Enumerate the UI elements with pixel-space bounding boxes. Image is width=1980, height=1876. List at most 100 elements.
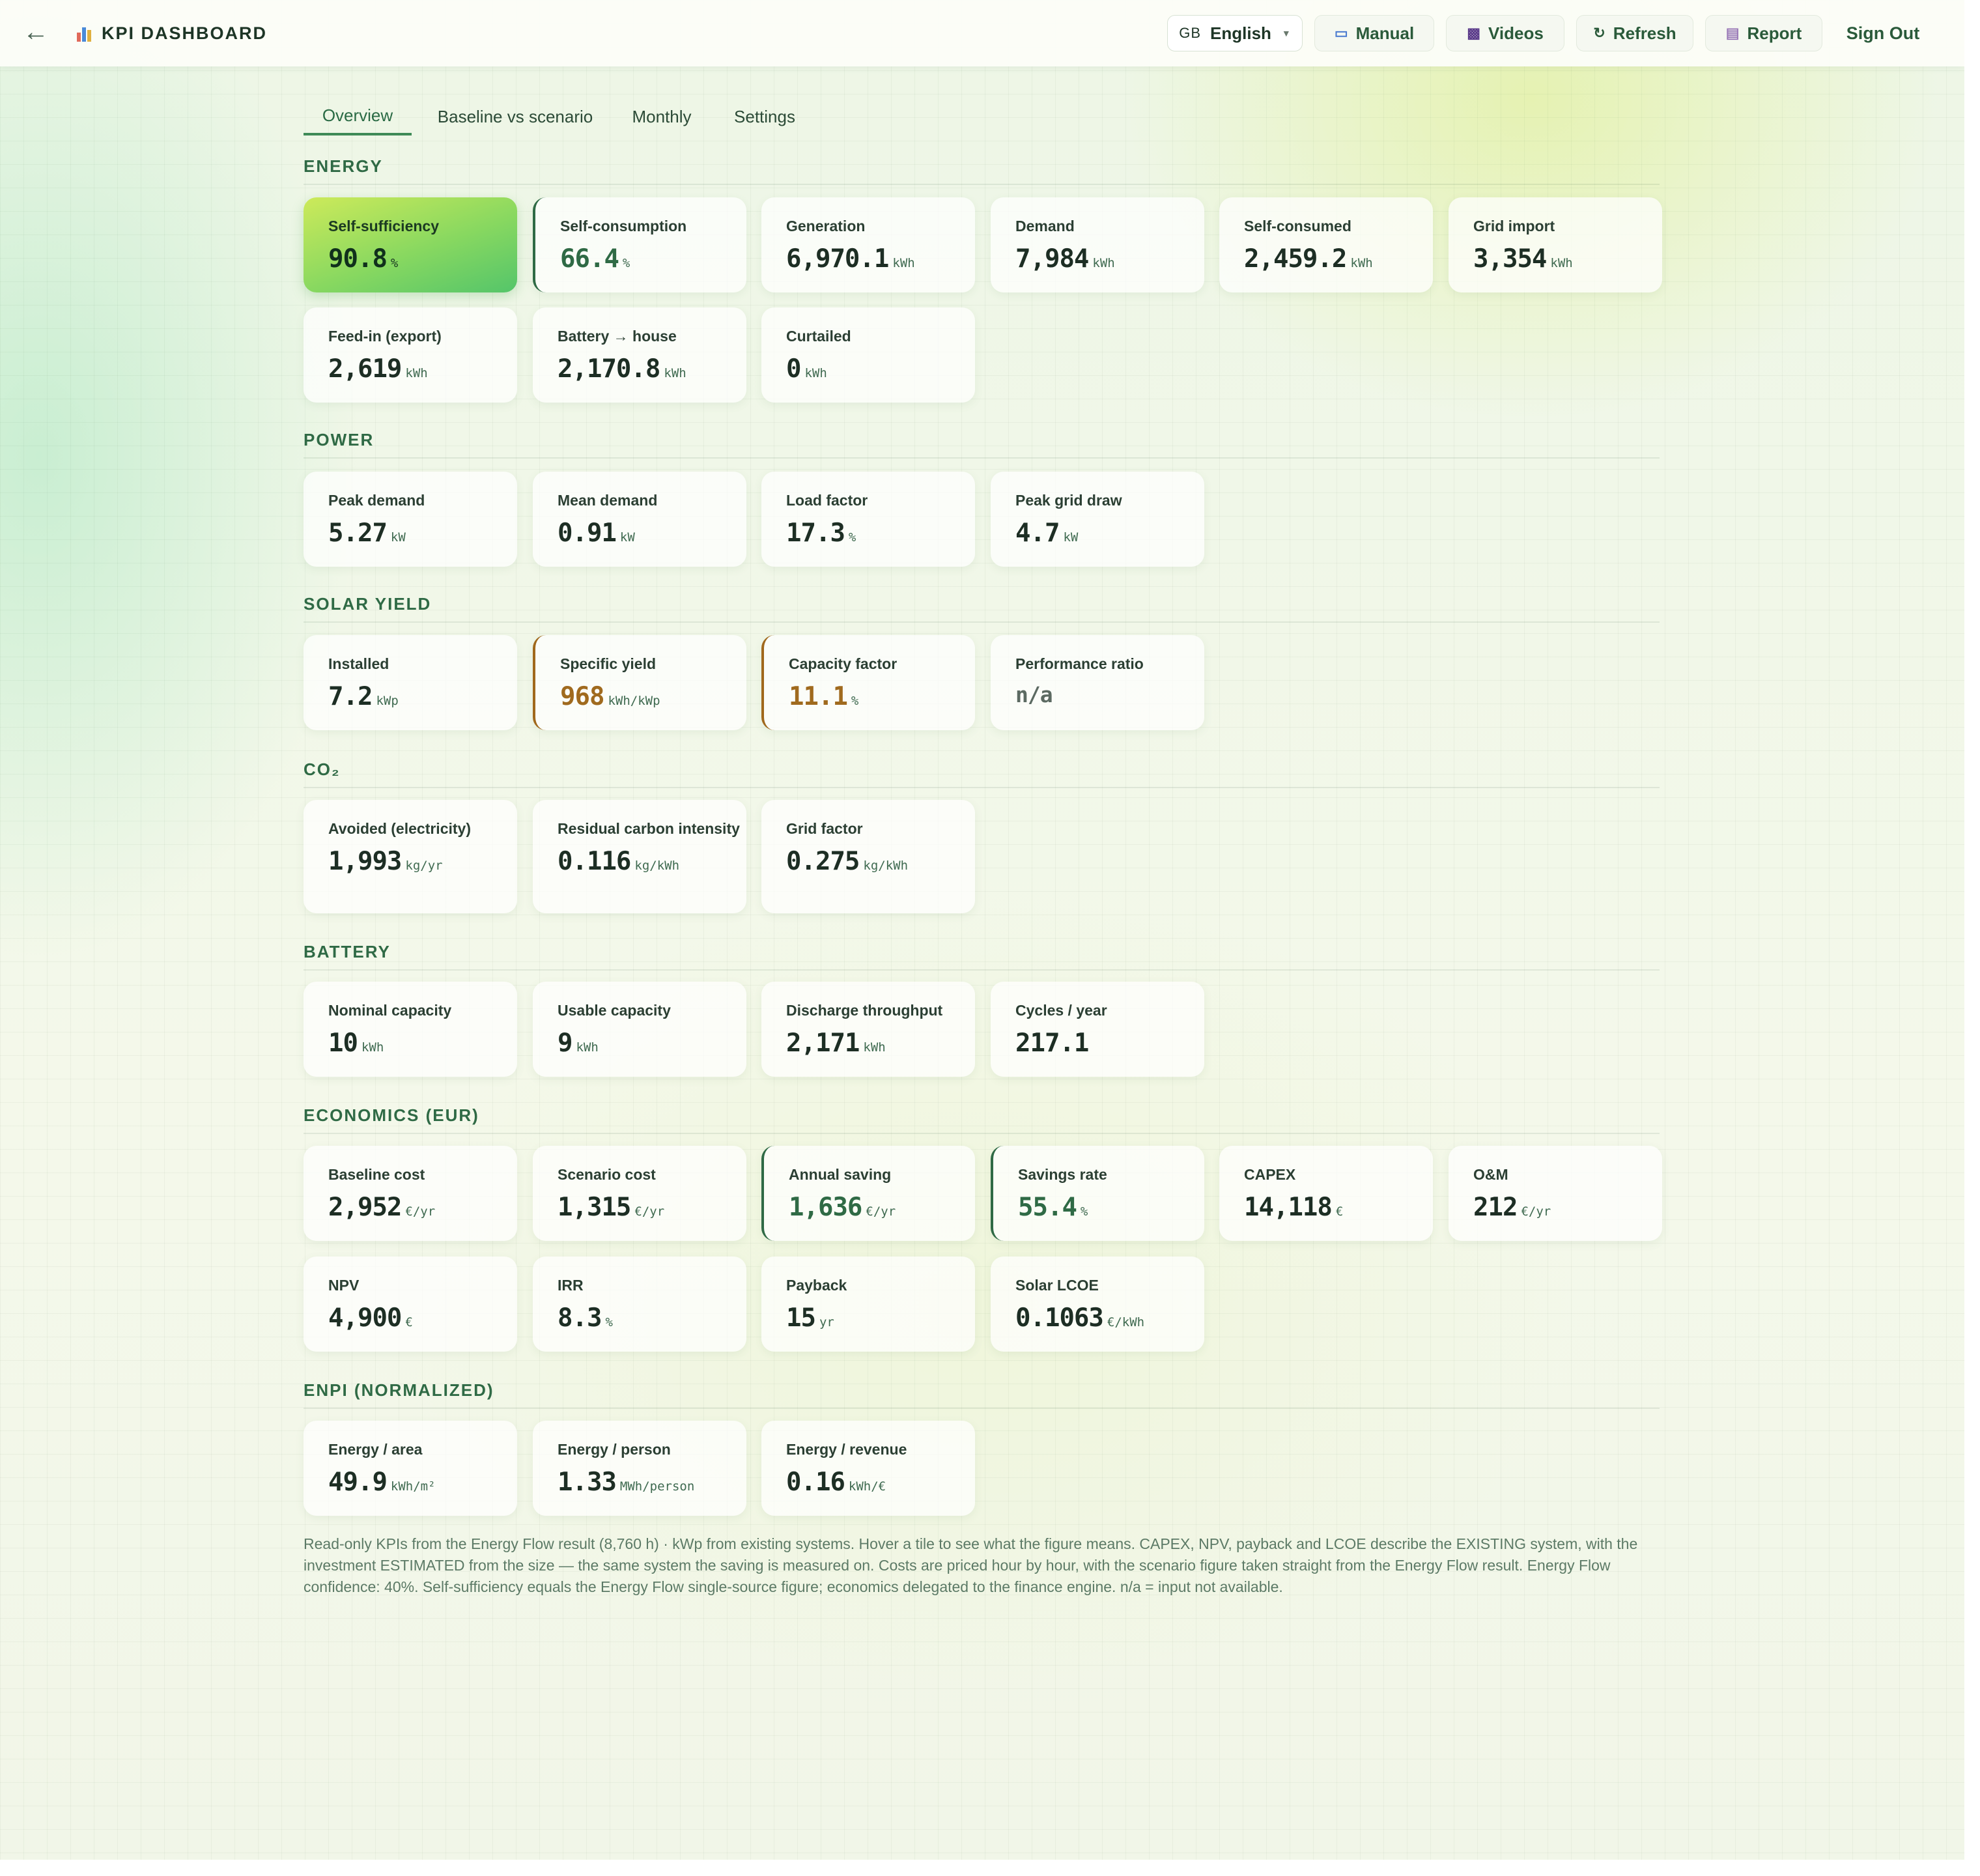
kpi-tile-feed-in-export[interactable]: Feed-in (export) 2,619 kWh <box>304 307 517 403</box>
kpi-unit: kg/kWh <box>863 859 909 873</box>
kpi-value-line: 0.16 kWh/€ <box>786 1468 975 1497</box>
tab-overview[interactable]: Overview <box>304 98 412 135</box>
kpi-tile-load-factor[interactable]: Load factor 17.3% <box>761 472 975 567</box>
kpi-unit: kW <box>390 530 406 545</box>
kpi-tile-specific-yield[interactable]: Specific yield 968 kWh/kWp <box>533 635 746 730</box>
kpi-tile-battery-house[interactable]: Battery → house 2,170.8 kWh <box>533 307 746 403</box>
kpi-tile-energy-area[interactable]: Energy / area 49.9 kWh/m² <box>304 1421 517 1516</box>
language-select[interactable]: GB English ▼ <box>1167 15 1303 51</box>
kpi-label: Demand <box>1015 218 1075 234</box>
kpi-value: 10 <box>328 1029 358 1058</box>
report-button[interactable]: ▤ Report <box>1705 15 1822 51</box>
manual-button[interactable]: ▭ Manual <box>1314 15 1434 51</box>
kpi-tile-capex[interactable]: CAPEX 14,118 € <box>1219 1146 1433 1241</box>
kpi-unit: yr <box>819 1315 834 1329</box>
kpi-tile-solar-lcoe[interactable]: Solar LCOE 0.1063 €/kWh <box>991 1257 1204 1352</box>
kpi-tile-avoided-electricity[interactable]: Avoided (electricity) 1,993 kg/yr <box>304 800 517 913</box>
kpi-unit: kWh <box>863 1040 886 1055</box>
kpi-tile-usable-capacity[interactable]: Usable capacity 9 kWh <box>533 982 746 1077</box>
kpi-label: Performance ratio <box>1015 655 1144 672</box>
tab-baseline-vs-scenario[interactable]: Baseline vs scenario <box>427 98 603 135</box>
kpi-tile-peak-grid-draw[interactable]: Peak grid draw 4.7 kW <box>991 472 1204 567</box>
kpi-tile-cycles-year[interactable]: Cycles / year 217.1 <box>991 982 1204 1077</box>
kpi-tile-self-sufficiency[interactable]: Self-sufficiency 90.8% <box>304 197 517 292</box>
kpi-value-line: 4.7 kW <box>1015 519 1204 548</box>
sign-out-button[interactable]: Sign Out <box>1841 20 1925 47</box>
kpi-label: Peak demand <box>328 492 425 509</box>
kpi-tile-baseline-cost[interactable]: Baseline cost 2,952 €/yr <box>304 1146 517 1241</box>
kpi-value-line: 49.9 kWh/m² <box>328 1468 517 1497</box>
kpi-label: Avoided (electricity) <box>328 820 471 837</box>
kpi-unit: €/yr <box>1521 1204 1551 1219</box>
kpi-value: 15 <box>786 1303 816 1333</box>
kpi-value: 0.116 <box>558 847 631 876</box>
kpi-unit: kWh <box>1550 256 1573 270</box>
section-divider <box>304 184 1660 185</box>
kpi-value: 217.1 <box>1015 1029 1089 1058</box>
kpi-tile-peak-demand[interactable]: Peak demand 5.27 kW <box>304 472 517 567</box>
kpi-unit: kWh <box>576 1040 599 1055</box>
kpi-value-line: 212 €/yr <box>1473 1193 1662 1222</box>
kpi-value: 55.4 <box>1018 1193 1077 1222</box>
kpi-value: 4.7 <box>1015 519 1060 548</box>
kpi-tile-generation[interactable]: Generation 6,970.1 kWh <box>761 197 975 292</box>
kpi-tile-mean-demand[interactable]: Mean demand 0.91 kW <box>533 472 746 567</box>
kpi-tile-performance-ratio[interactable]: Performance ratio n/a <box>991 635 1204 730</box>
kpi-value: 7.2 <box>328 682 373 711</box>
kpi-unit: € <box>405 1315 413 1329</box>
kpi-tile-energy-person[interactable]: Energy / person 1.33 MWh/person <box>533 1421 746 1516</box>
section-title: ENPI (NORMALIZED) <box>304 1380 494 1400</box>
kpi-tile-payback[interactable]: Payback 15 yr <box>761 1257 975 1352</box>
bar-chart-icon <box>77 25 91 42</box>
kpi-label: Specific yield <box>560 655 657 672</box>
section-divider <box>304 787 1660 788</box>
app-background: ← KPI DASHBOARD GB English ▼ ▭ Manual ▩ … <box>0 0 1964 1860</box>
kpi-label: NPV <box>328 1277 360 1294</box>
kpi-value-line: 0 kWh <box>786 354 975 384</box>
kpi-tile-discharge-throughput[interactable]: Discharge throughput 2,171 kWh <box>761 982 975 1077</box>
kpi-tile-demand[interactable]: Demand 7,984 kWh <box>991 197 1204 292</box>
kpi-tile-o-m[interactable]: O&M 212 €/yr <box>1449 1146 1662 1241</box>
kpi-tile-grid-factor[interactable]: Grid factor 0.275 kg/kWh <box>761 800 975 913</box>
kpi-tile-grid-import[interactable]: Grid import 3,354 kWh <box>1449 197 1662 292</box>
kpi-tile-capacity-factor[interactable]: Capacity factor 11.1% <box>761 635 975 730</box>
kpi-label: Solar LCOE <box>1015 1277 1099 1294</box>
kpi-tile-self-consumed[interactable]: Self-consumed 2,459.2 kWh <box>1219 197 1433 292</box>
kpi-tile-nominal-capacity[interactable]: Nominal capacity 10 kWh <box>304 982 517 1077</box>
kpi-unit: kWh <box>804 366 827 380</box>
kpi-value: 90.8 <box>328 244 388 274</box>
kpi-value: 17.3 <box>786 519 845 548</box>
kpi-unit: kWh <box>664 366 686 380</box>
kpi-value: 4,900 <box>328 1303 402 1333</box>
kpi-tile-irr[interactable]: IRR 8.3% <box>533 1257 746 1352</box>
videos-button[interactable]: ▩ Videos <box>1446 15 1564 51</box>
section-divider <box>304 969 1660 971</box>
kpi-unit: kg/yr <box>405 859 443 873</box>
kpi-tile-curtailed[interactable]: Curtailed 0 kWh <box>761 307 975 403</box>
top-bar: ← KPI DASHBOARD GB English ▼ ▭ Manual ▩ … <box>0 0 1964 66</box>
kpi-value: 2,170.8 <box>558 354 660 384</box>
kpi-tile-npv[interactable]: NPV 4,900 € <box>304 1257 517 1352</box>
kpi-value-line: 7,984 kWh <box>1015 244 1204 274</box>
tab-monthly[interactable]: Monthly <box>623 98 701 135</box>
language-label: English <box>1210 23 1271 43</box>
kpi-tile-savings-rate[interactable]: Savings rate 55.4% <box>991 1146 1204 1241</box>
kpi-tile-energy-revenue[interactable]: Energy / revenue 0.16 kWh/€ <box>761 1421 975 1516</box>
kpi-tile-scenario-cost[interactable]: Scenario cost 1,315 €/yr <box>533 1146 746 1241</box>
section-divider <box>304 457 1660 459</box>
kpi-unit: % <box>1080 1204 1088 1219</box>
kpi-tile-annual-saving[interactable]: Annual saving 1,636 €/yr <box>761 1146 975 1241</box>
kpi-tile-installed[interactable]: Installed 7.2 kWp <box>304 635 517 730</box>
back-arrow-icon[interactable]: ← <box>20 17 52 50</box>
refresh-button[interactable]: ↻ Refresh <box>1576 15 1693 51</box>
kpi-value-line: 0.91 kW <box>558 519 746 548</box>
kpi-value-line: 217.1 <box>1015 1029 1204 1058</box>
clapperboard-icon: ▩ <box>1467 25 1480 41</box>
kpi-value: 14,118 <box>1244 1193 1333 1222</box>
kpi-value-line: 14,118 € <box>1244 1193 1433 1222</box>
kpi-value: 1,636 <box>789 1193 862 1222</box>
kpi-tile-self-consumption[interactable]: Self-consumption 66.4% <box>533 197 746 292</box>
tab-settings[interactable]: Settings <box>724 98 805 135</box>
kpi-tile-residual-carbon-intensity[interactable]: Residual carbon intensity 0.116 kg/kWh <box>533 800 746 913</box>
kpi-label: Generation <box>786 218 866 234</box>
